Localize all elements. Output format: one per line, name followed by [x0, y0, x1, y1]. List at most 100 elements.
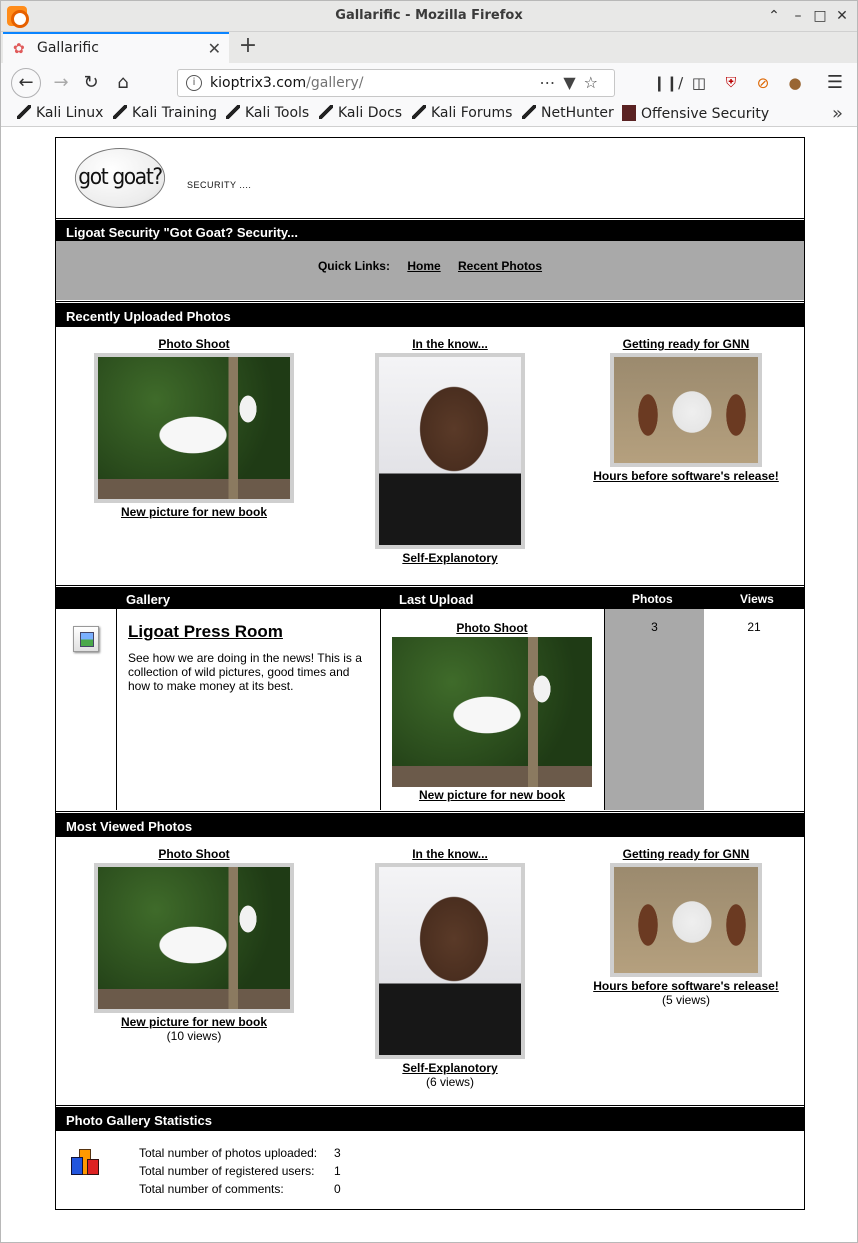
stats-value: 0 [334, 1182, 341, 1196]
bookmark-label: Kali Tools [245, 105, 310, 121]
noscript-icon[interactable]: ⊘ [749, 69, 777, 97]
album-description: See how we are doing in the news! This i… [128, 651, 362, 693]
photo-title-link[interactable]: In the know... [365, 847, 535, 861]
forward-button[interactable]: → [47, 69, 75, 97]
photo-caption-link[interactable]: New picture for new book [388, 788, 596, 802]
album-title-link[interactable]: Ligoat Press Room [128, 622, 283, 642]
bookmark-kali-training[interactable]: Kali Training [113, 105, 217, 121]
photo-caption-link[interactable]: Self-Explanotory [365, 551, 535, 565]
kali-dragon-icon [226, 105, 240, 119]
stats-table: Total number of photos uploaded: 3 Total … [139, 1146, 341, 1200]
col-views: Views [740, 592, 774, 606]
most-viewed-photo-1: Photo Shoot New picture for new book (10… [90, 847, 298, 1043]
chevron-up-icon[interactable]: ⌃ [765, 7, 783, 25]
photo-title-link[interactable]: Photo Shoot [90, 847, 298, 861]
bookmark-offensive-security[interactable]: Offensive Security [622, 105, 769, 122]
stats-value: 3 [334, 1146, 341, 1160]
photo-title-link[interactable]: Getting ready for GNN [586, 337, 786, 351]
cookie-icon[interactable]: ● [781, 69, 809, 97]
view-count: (6 views) [425, 1075, 474, 1089]
col-photos: Photos [632, 592, 673, 606]
maximize-button[interactable]: □ [811, 7, 829, 25]
minimize-button[interactable]: – [789, 7, 807, 25]
gallery-row: Ligoat Press Room See how we are doing i… [56, 609, 804, 812]
kali-dragon-icon [319, 105, 333, 119]
home-link[interactable]: Home [407, 259, 440, 273]
close-tab-icon[interactable]: ✕ [208, 39, 221, 58]
recent-photo-1: Photo Shoot New picture for new book [90, 337, 298, 519]
photo-caption-link[interactable]: New picture for new book [90, 505, 298, 519]
goat-closeup-thumbnail[interactable] [610, 353, 762, 467]
home-button[interactable]: ⌂ [109, 69, 137, 97]
view-count: (5 views) [661, 993, 710, 1007]
bookmark-label: Kali Forums [431, 105, 513, 121]
page-actions: ⋯▼☆ [539, 73, 606, 92]
gallery-page: got goat? SECURITY .... Ligoat Security … [55, 137, 805, 1210]
photo-caption-link[interactable]: Hours before software's release! [586, 469, 786, 483]
kali-dragon-icon [412, 105, 426, 119]
pocket-icon[interactable]: ▼ [563, 73, 583, 92]
bookmark-label: Kali Linux [36, 105, 104, 121]
recent-photos-link[interactable]: Recent Photos [458, 259, 542, 273]
most-viewed-heading: Most Viewed Photos [56, 810, 804, 837]
more-actions-icon[interactable]: ⋯ [539, 73, 563, 92]
bookmark-kali-tools[interactable]: Kali Tools [226, 105, 309, 121]
tab-gallarific[interactable]: ✿ Gallarific ✕ [3, 32, 229, 63]
reload-button[interactable]: ↻ [77, 69, 105, 97]
close-window-button[interactable]: ✕ [833, 7, 851, 25]
bookmark-kali-linux[interactable]: Kali Linux [17, 105, 103, 121]
stats-heading: Photo Gallery Statistics [56, 1104, 804, 1131]
goat-photo-thumbnail[interactable] [392, 637, 592, 787]
photo-title-link[interactable]: Photo Shoot [90, 337, 298, 351]
new-tab-button[interactable]: + [237, 35, 259, 57]
goat-photo-thumbnail[interactable] [94, 353, 294, 503]
chevron-right-icon[interactable]: » [832, 103, 843, 124]
photo-title-link[interactable]: Photo Shoot [388, 621, 596, 635]
tab-title: Gallarific [37, 40, 99, 56]
quick-links-label: Quick Links: [317, 259, 390, 273]
photo-title-link[interactable]: Getting ready for GNN [586, 847, 786, 861]
recent-photo-3: Getting ready for GNN Hours before softw… [586, 337, 786, 483]
bookmarks-toolbar: Kali Linux Kali Training Kali Tools Kali… [1, 103, 857, 127]
bookmark-label: NetHunter [541, 105, 614, 121]
view-count: (10 views) [166, 1029, 222, 1043]
sidebar-icon[interactable]: ◫ [685, 69, 713, 97]
stats-blocks-icon [71, 1147, 101, 1179]
got-goat-logo: got goat? [74, 148, 166, 208]
stats-row: Total number of photos uploaded: 3 [139, 1146, 341, 1164]
browser-window: Gallarific - Mozilla Firefox ⌃ – □ ✕ ✿ G… [0, 0, 858, 1243]
bookmark-star-icon[interactable]: ☆ [584, 73, 606, 92]
photo-caption-link[interactable]: New picture for new book [90, 1015, 298, 1029]
portrait-photo-thumbnail[interactable] [375, 353, 525, 549]
window-title: Gallarific - Mozilla Firefox [335, 8, 523, 23]
views-count: 21 [747, 620, 761, 634]
goat-closeup-thumbnail[interactable] [610, 863, 762, 977]
bookmark-kali-forums[interactable]: Kali Forums [412, 105, 512, 121]
recent-photos-heading: Recently Uploaded Photos [56, 300, 804, 327]
bookmark-nethunter[interactable]: NetHunter [522, 105, 614, 121]
url-text[interactable]: kioptrix3.com/gallery/ [210, 75, 363, 91]
goat-photo-thumbnail[interactable] [94, 863, 294, 1013]
menu-icon[interactable]: ☰ [821, 69, 849, 97]
photo-caption-link[interactable]: Hours before software's release! [586, 979, 786, 993]
album-icon[interactable] [73, 626, 99, 652]
photo-caption-link[interactable]: Self-Explanotory [365, 1061, 535, 1075]
library-icon[interactable]: ❙❙∕ [653, 69, 683, 97]
url-bar[interactable]: i kioptrix3.com/gallery/ ⋯▼☆ [177, 69, 615, 97]
kali-dragon-icon [17, 105, 31, 119]
gallery-table-header: Gallery Last Upload Photos Views [56, 584, 804, 609]
gallery-favicon-icon: ✿ [13, 41, 25, 57]
page-content: got goat? SECURITY .... Ligoat Security … [1, 128, 857, 1242]
divider [116, 609, 117, 812]
bookmark-kali-docs[interactable]: Kali Docs [319, 105, 402, 121]
ublock-icon[interactable]: ⛨ [717, 69, 745, 97]
back-button[interactable]: ← [11, 68, 41, 98]
navigation-bar: ← → ↻ ⌂ i kioptrix3.com/gallery/ ⋯▼☆ ❙❙∕… [1, 63, 857, 103]
portrait-photo-thumbnail[interactable] [375, 863, 525, 1059]
bookmark-label: Kali Training [132, 105, 217, 121]
photo-title-link[interactable]: In the know... [365, 337, 535, 351]
kali-dragon-icon [113, 105, 127, 119]
col-gallery: Gallery [126, 592, 171, 607]
info-icon[interactable]: i [186, 75, 202, 91]
bookmark-label: Kali Docs [338, 105, 403, 121]
